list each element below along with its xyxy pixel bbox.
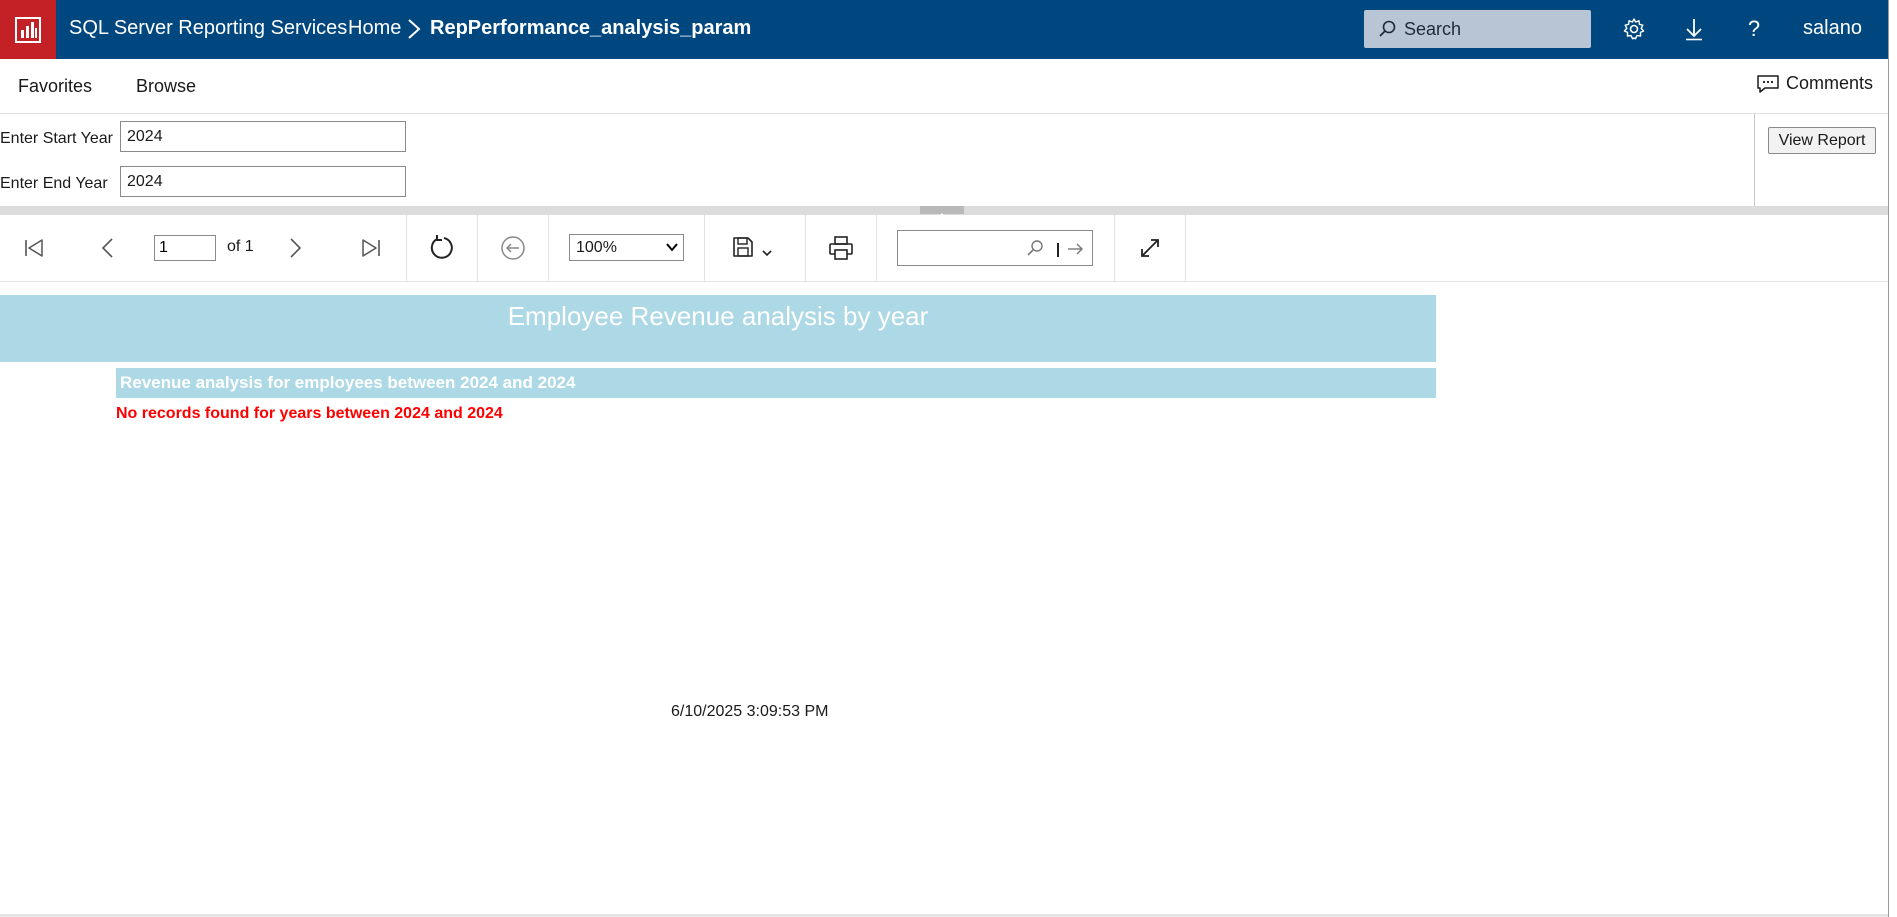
search-icon bbox=[1379, 20, 1396, 37]
fullscreen-expand-icon[interactable] bbox=[1134, 232, 1166, 264]
download-icon[interactable] bbox=[1680, 15, 1708, 43]
toolbar-separator bbox=[1185, 215, 1186, 281]
last-page-icon[interactable] bbox=[355, 232, 387, 264]
app-title[interactable]: SQL Server Reporting Services bbox=[69, 17, 347, 40]
find-next-icon[interactable] bbox=[1056, 239, 1088, 259]
chevron-down-icon bbox=[666, 243, 678, 252]
report-subtitle-banner: Revenue analysis for employees between 2… bbox=[116, 368, 1436, 398]
previous-page-icon[interactable] bbox=[91, 232, 123, 264]
toolbar-separator bbox=[406, 215, 407, 281]
report-toolbar: of 1 100% bbox=[0, 215, 1888, 282]
report-subtitle: Revenue analysis for employees between 2… bbox=[120, 373, 576, 392]
view-report-button[interactable]: View Report bbox=[1768, 127, 1876, 154]
end-year-label: Enter End Year bbox=[0, 175, 108, 192]
nav-bar: Favorites Browse Comments bbox=[0, 59, 1888, 114]
no-records-message: No records found for years between 2024 … bbox=[116, 405, 503, 422]
search-placeholder: Search bbox=[1404, 19, 1462, 39]
breadcrumb-report: RepPerformance_analysis_param bbox=[430, 17, 752, 39]
chevron-right-icon bbox=[408, 19, 421, 39]
refresh-icon[interactable] bbox=[426, 232, 458, 264]
toolbar-separator bbox=[876, 215, 877, 281]
next-page-icon[interactable] bbox=[280, 232, 312, 264]
nav-favorites[interactable]: Favorites bbox=[18, 76, 92, 97]
params-divider bbox=[1754, 114, 1755, 206]
zoom-select[interactable]: 100% bbox=[569, 234, 684, 261]
report-title: Employee Revenue analysis by year bbox=[507, 301, 929, 331]
comments-button[interactable]: Comments bbox=[1756, 73, 1873, 94]
toolbar-separator bbox=[548, 215, 549, 281]
comments-label: Comments bbox=[1786, 73, 1874, 93]
back-to-parent-icon[interactable] bbox=[497, 232, 529, 264]
find-icon[interactable] bbox=[1026, 239, 1044, 257]
find-text-input[interactable] bbox=[897, 230, 1093, 266]
zoom-value: 100% bbox=[576, 238, 617, 256]
report-title-banner: Employee Revenue analysis by year bbox=[0, 295, 1436, 362]
toolbar-separator bbox=[1114, 215, 1115, 281]
print-icon[interactable] bbox=[825, 232, 857, 264]
params-splitter[interactable] bbox=[0, 206, 1888, 217]
collapse-params-handle[interactable] bbox=[920, 206, 964, 217]
ssrs-logo-icon[interactable] bbox=[0, 0, 56, 59]
page-count: of 1 bbox=[227, 238, 254, 255]
page-number-input[interactable] bbox=[154, 235, 216, 261]
export-save-icon[interactable] bbox=[727, 232, 783, 264]
report-timestamp: 6/10/2025 3:09:53 PM bbox=[671, 703, 829, 720]
toolbar-separator bbox=[805, 215, 806, 281]
nav-browse[interactable]: Browse bbox=[136, 76, 196, 97]
user-menu[interactable]: salano bbox=[1803, 17, 1862, 40]
toolbar-separator bbox=[704, 215, 705, 281]
first-page-icon[interactable] bbox=[18, 232, 50, 264]
help-icon[interactable]: ? bbox=[1740, 15, 1768, 43]
start-year-label: Enter Start Year bbox=[0, 130, 113, 147]
start-year-input[interactable] bbox=[120, 121, 406, 152]
top-bar: SQL Server Reporting Services Home RepPe… bbox=[0, 0, 1888, 59]
end-year-input[interactable] bbox=[120, 166, 406, 197]
comment-icon bbox=[1757, 74, 1779, 93]
breadcrumb-home[interactable]: Home bbox=[348, 17, 401, 40]
toolbar-separator bbox=[477, 215, 478, 281]
search-input[interactable]: Search bbox=[1364, 10, 1591, 48]
window-edge bbox=[1888, 0, 1897, 917]
settings-gear-icon[interactable] bbox=[1620, 15, 1648, 43]
parameters-pane: Enter Start Year Enter End Year View Rep… bbox=[0, 114, 1888, 206]
